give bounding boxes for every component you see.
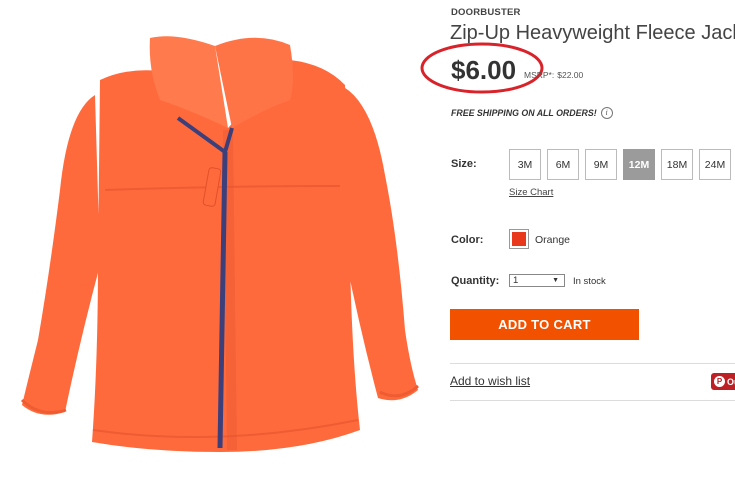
msrp: MSRP*: $22.00 bbox=[524, 70, 583, 80]
quantity-select[interactable]: 1 ▼ bbox=[509, 274, 565, 287]
quantity-value: 1 bbox=[513, 275, 519, 286]
size-option-18m[interactable]: 18M bbox=[661, 149, 693, 180]
pinterest-icon: P bbox=[714, 376, 725, 387]
color-swatch-orange[interactable] bbox=[509, 229, 529, 249]
chevron-down-icon: ▼ bbox=[552, 277, 559, 284]
shipping-info: FREE SHIPPING ON ALL ORDERS! i bbox=[451, 107, 613, 119]
add-to-wishlist-link[interactable]: Add to wish list bbox=[450, 374, 530, 388]
size-option-12m[interactable]: 12M bbox=[623, 149, 655, 180]
size-option-6m[interactable]: 6M bbox=[547, 149, 579, 180]
color-name: Orange bbox=[535, 234, 571, 246]
price: $6.00 bbox=[451, 55, 517, 85]
size-label: Size: bbox=[451, 158, 477, 170]
product-image bbox=[20, 36, 419, 452]
divider bbox=[450, 363, 735, 364]
size-chart-link[interactable]: Size Chart bbox=[509, 187, 553, 198]
divider bbox=[450, 400, 735, 401]
doorbuster-label: DOORBUSTER bbox=[451, 7, 521, 18]
color-label: Color: bbox=[451, 234, 484, 246]
msrp-label: MSRP*: bbox=[524, 70, 555, 80]
size-option-24m[interactable]: 24M bbox=[699, 149, 731, 180]
size-option-9m[interactable]: 9M bbox=[585, 149, 617, 180]
shipping-text: FREE SHIPPING ON ALL ORDERS! bbox=[451, 108, 597, 118]
size-option-3m[interactable]: 3M bbox=[509, 149, 541, 180]
color-swatch-fill bbox=[512, 232, 526, 246]
stock-status: In stock bbox=[573, 276, 606, 287]
pinterest-button[interactable]: P Ou bbox=[711, 373, 735, 390]
msrp-value: $22.00 bbox=[557, 70, 584, 80]
size-options: 3M 6M 9M 12M 18M 24M bbox=[509, 149, 731, 180]
quantity-label: Quantity: bbox=[451, 275, 500, 287]
info-icon[interactable]: i bbox=[600, 107, 613, 119]
pinterest-label: Ou bbox=[727, 376, 735, 387]
add-to-cart-button[interactable]: ADD TO CART bbox=[450, 309, 639, 340]
